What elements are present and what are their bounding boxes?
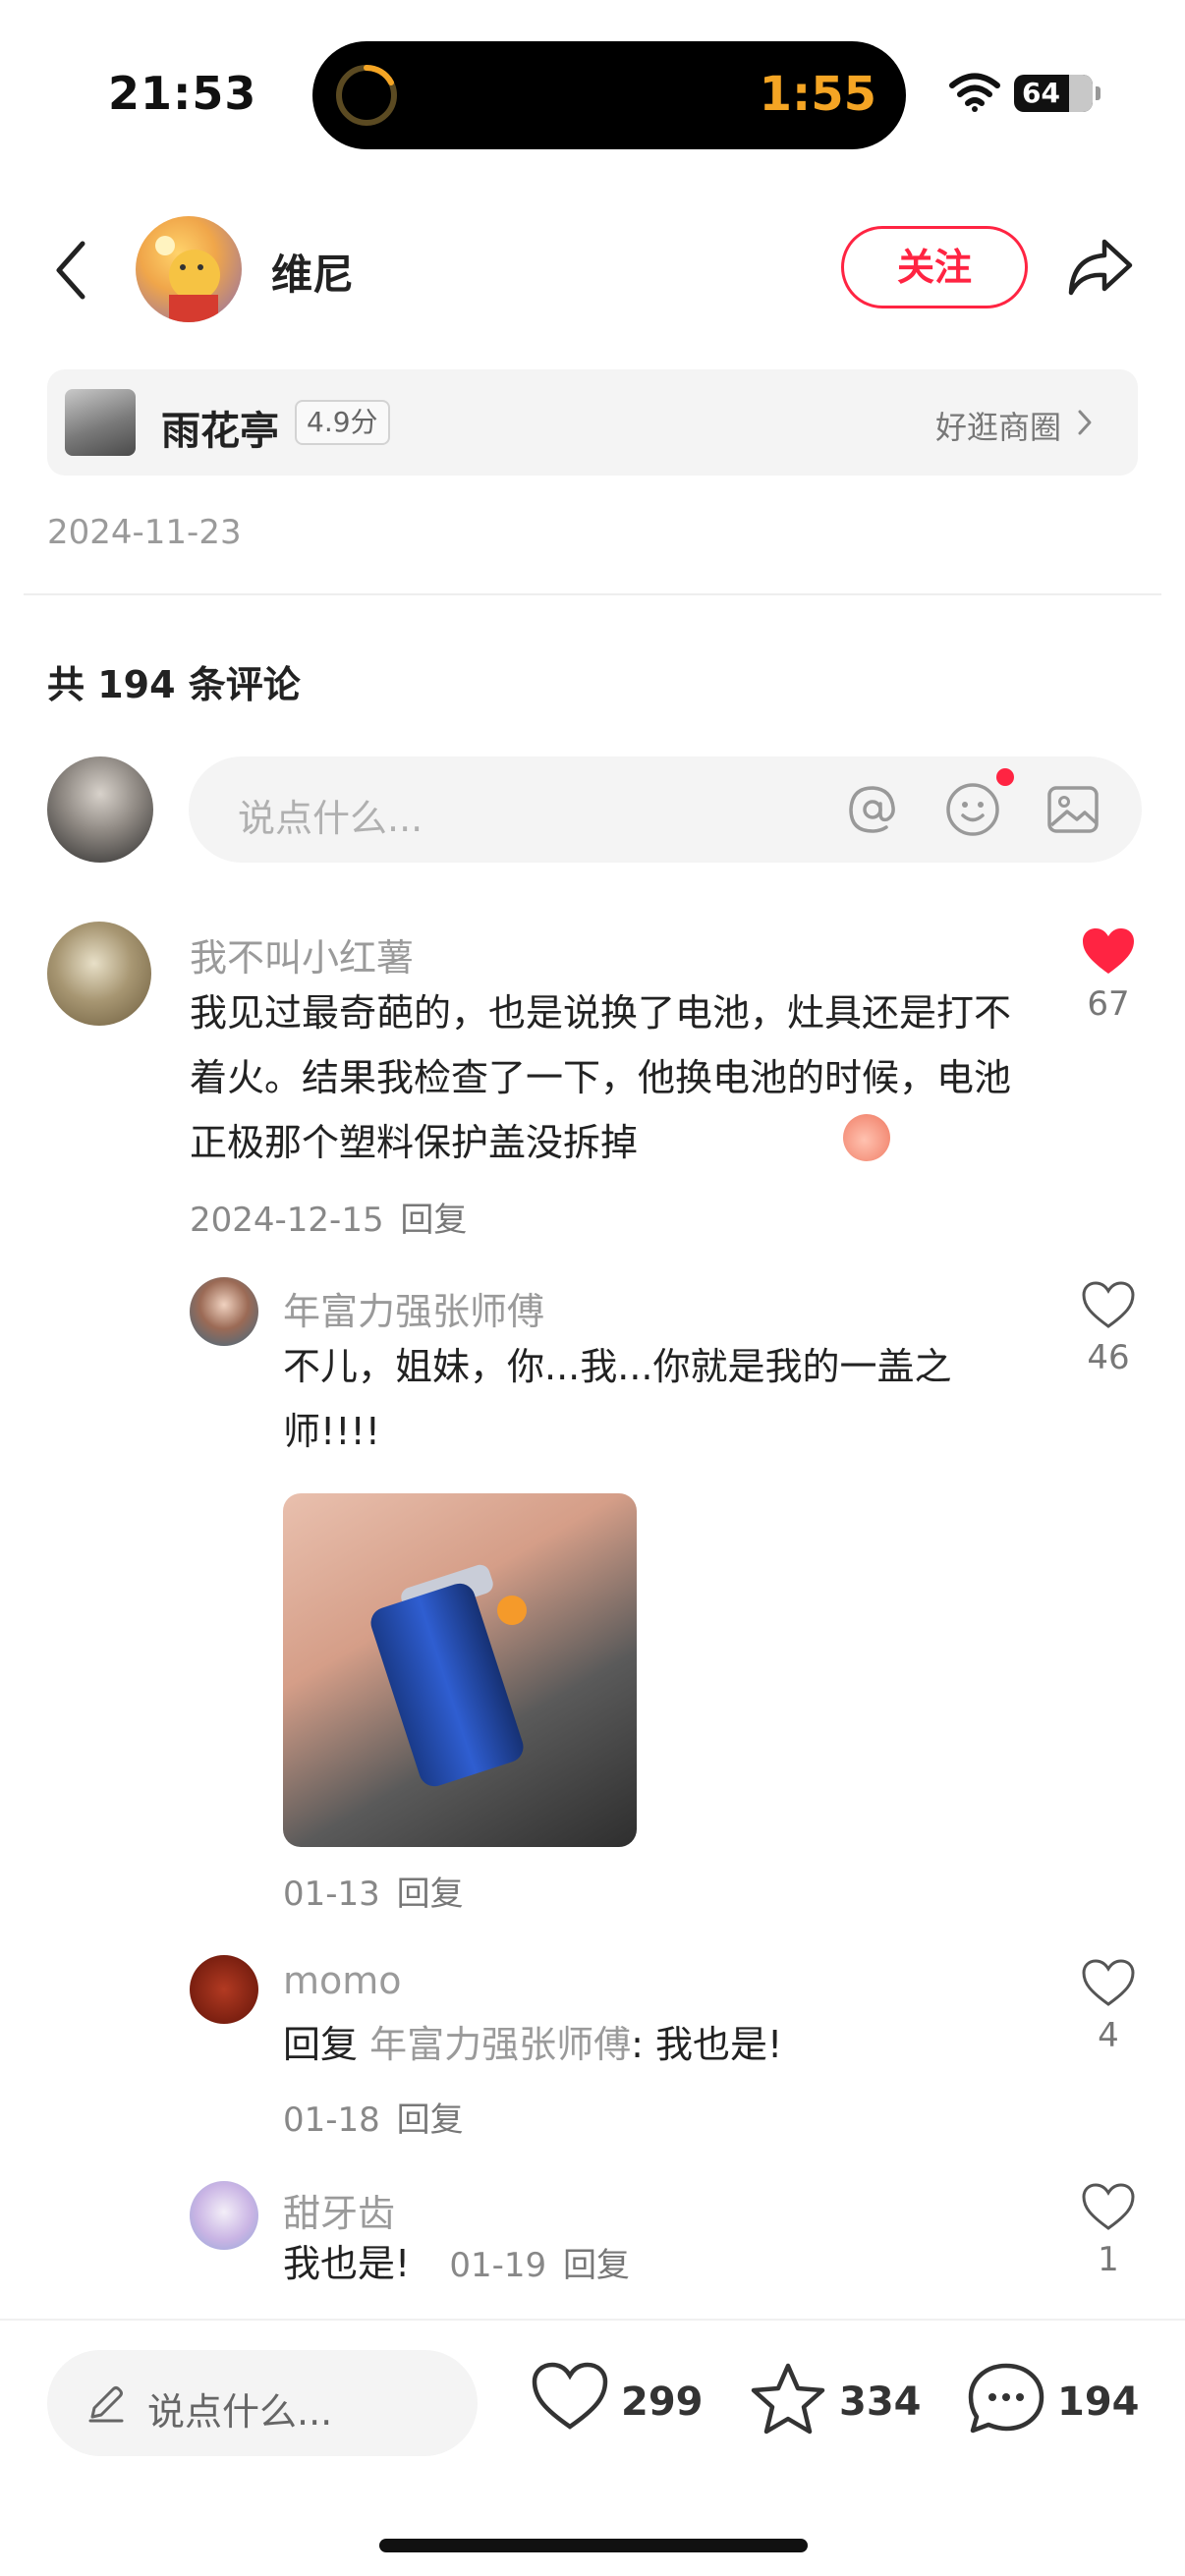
heart-outline-icon [1082,2183,1135,2230]
comment-text[interactable]: 我也是! 01-19 回复 [283,2236,1030,2293]
bottom-bar-divider [0,2319,1185,2321]
notification-dot [996,768,1014,786]
share-icon[interactable] [1065,236,1136,299]
star-count: 334 [839,2380,922,2425]
comment-meta: 01-19 回复 [449,2246,630,2285]
follow-button[interactable]: 关注 [841,226,1028,308]
comment-like[interactable]: 4 [1079,1959,1138,2055]
like-count: 4 [1098,2016,1119,2055]
reply-button[interactable]: 回复 [397,2100,464,2140]
comment-input[interactable]: 说点什么... [189,756,1142,863]
commenter-avatar[interactable] [190,1955,258,2024]
bottom-comment-input[interactable]: 说点什么... [47,2350,478,2456]
battery-empty-portion [1069,75,1093,112]
commenter-name[interactable]: 甜牙齿 [283,2183,395,2237]
battery-icon: 64 [1014,75,1100,112]
location-thumbnail [65,389,136,456]
peach-emoji-icon [843,1114,890,1161]
heart-outline-icon [1082,1281,1135,1328]
reply-button[interactable]: 回复 [563,2246,630,2285]
status-bar: 21:53 1:55 64 [0,0,1185,167]
avatar-image [155,236,220,322]
comment-meta: 01-13 回复 [283,1867,464,1915]
comment-image[interactable] [283,1493,637,1847]
comment-like[interactable]: 1 [1079,2183,1138,2279]
location-card[interactable]: 雨花亭 4.9分 好逛商圈 [47,369,1138,476]
heart-outline-icon [532,2362,608,2430]
commenter-name[interactable]: 我不叫小红薯 [190,927,414,981]
timer-icon [336,64,397,126]
mention-icon[interactable] [843,780,902,839]
collect-action[interactable]: 334 [749,2362,926,2440]
commenter-avatar[interactable] [190,1277,258,1346]
post-date: 2024-11-23 [47,513,242,552]
like-count: 1 [1098,2240,1119,2279]
back-icon[interactable] [47,236,96,305]
battery-level: 64 [1022,77,1060,109]
location-score-badge: 4.9分 [295,400,390,445]
comment-date: 2024-12-15 [190,1201,384,1240]
location-name: 雨花亭 [161,409,279,454]
comment-text[interactable]: 回复 年富力强张师傅: 我也是! [283,2012,1030,2077]
comment-date: 01-19 [449,2246,547,2285]
my-avatar [47,756,153,863]
heart-outline-icon [1082,1959,1135,2006]
dynamic-island[interactable]: 1:55 [312,41,906,149]
comment-bubble-icon [968,2363,1044,2434]
comment-text[interactable]: 不儿，姐妹，你...我...你就是我的一盖之师!!!! [283,1334,1030,1464]
like-count: 46 [1087,1338,1130,1377]
wifi-icon [949,73,1000,112]
comment-body: 我也是! [283,2242,411,2285]
comment-meta: 2024-12-15 回复 [190,1193,467,1241]
commenter-avatar[interactable] [47,922,151,1026]
comment-input-placeholder: 说点什么... [238,797,423,840]
image-icon[interactable] [1044,780,1102,839]
commenter-name[interactable]: 年富力强张师傅 [283,1281,544,1335]
home-indicator[interactable] [379,2539,808,2552]
comment-like[interactable]: 46 [1079,1281,1138,1377]
star-outline-icon [751,2363,825,2435]
author-name[interactable]: 维尼 [271,242,354,302]
comment-count: 194 [1057,2380,1140,2425]
commenter-avatar[interactable] [190,2181,258,2250]
author-avatar[interactable] [136,216,242,322]
comment-action[interactable]: 194 [967,2362,1144,2440]
comment-count-heading: 共 194 条评论 [47,663,301,706]
comment-text[interactable]: 我见过最奇葩的，也是说换了电池，灶具还是打不着火。结果我检查了一下，他换电池的时… [190,980,1035,1175]
like-action[interactable]: 299 [531,2362,707,2440]
comment-like[interactable]: 67 [1079,927,1138,1024]
section-divider [24,593,1161,595]
status-time: 21:53 [108,67,257,120]
reply-text: : 我也是! [631,2023,783,2066]
timer-text: 1:55 [759,67,876,122]
emoji-icon[interactable] [943,780,1002,839]
like-count: 299 [621,2380,704,2425]
post-header: 维尼 关注 [0,206,1185,334]
bottom-input-placeholder: 说点什么... [147,2390,333,2434]
photo-nail [497,1596,527,1625]
reply-to-user[interactable]: 年富力强张师傅 [369,2023,631,2066]
reply-prefix: 回复 [283,2023,359,2066]
location-circle-label: 好逛商圈 [934,409,1061,446]
pencil-icon [88,2386,124,2423]
chevron-right-icon [1078,410,1092,435]
comment-date: 01-13 [283,1875,380,1914]
comment-meta: 01-18 回复 [283,2093,464,2141]
reply-button[interactable]: 回复 [397,1875,464,1914]
heart-filled-icon [1083,928,1134,974]
comment-date: 01-18 [283,2100,380,2140]
like-count: 67 [1087,984,1130,1024]
reply-button[interactable]: 回复 [400,1201,467,1240]
commenter-name[interactable]: momo [283,1959,402,2002]
